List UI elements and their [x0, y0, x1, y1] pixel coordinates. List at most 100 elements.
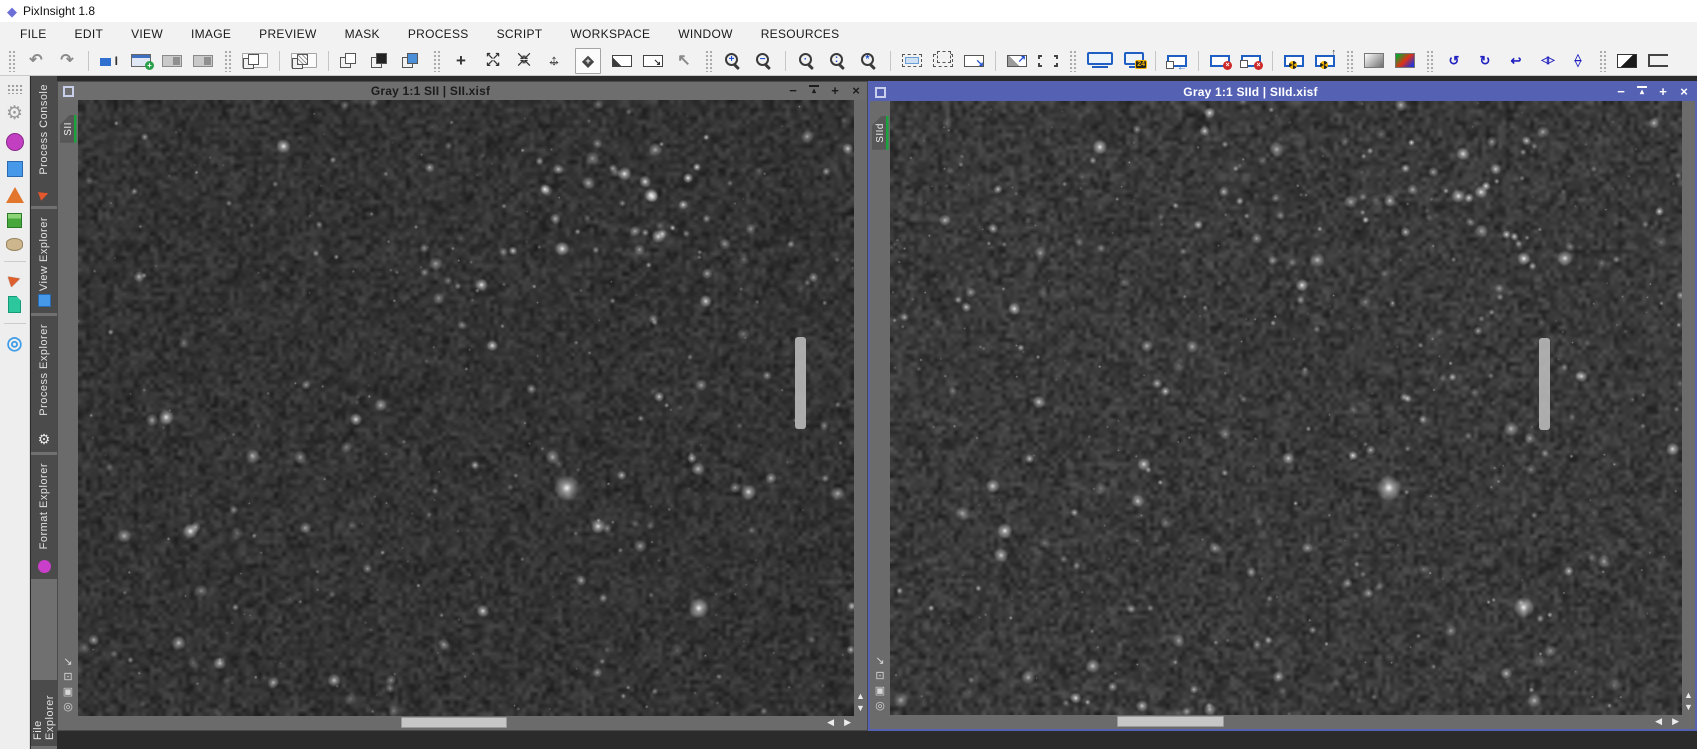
- green-cube-icon[interactable]: [7, 213, 22, 228]
- color-depth-24-icon[interactable]: [1124, 52, 1147, 69]
- clone-gadget-icon[interactable]: ▣: [63, 687, 73, 698]
- mirror-horizontal-icon[interactable]: ◁▷: [1537, 49, 1557, 73]
- menu-view[interactable]: VIEW: [117, 27, 177, 41]
- minimize-button[interactable]: −: [1615, 84, 1627, 100]
- zoom-in-mode-icon[interactable]: [482, 49, 502, 73]
- pan-mode-icon[interactable]: [575, 47, 601, 74]
- shade-button[interactable]: ▴: [1636, 84, 1648, 100]
- fit-view-icon[interactable]: [902, 54, 922, 67]
- menu-process[interactable]: PROCESS: [394, 27, 483, 41]
- readout-mode-icon[interactable]: +: [451, 49, 471, 73]
- mirror-vertical-icon[interactable]: [1568, 49, 1588, 73]
- sync-gadget-icon[interactable]: ◎: [63, 702, 73, 713]
- menu-window[interactable]: WINDOW: [664, 27, 746, 41]
- toolbar-drag-handle[interactable]: [1069, 49, 1076, 72]
- zoom-in-icon[interactable]: +: [723, 51, 743, 70]
- dock-tab-process-console[interactable]: Process Console ▶: [31, 76, 57, 206]
- scroll-right-arrow[interactable]: ▶: [1672, 717, 1679, 726]
- fit-frame-icon[interactable]: ⊡: [875, 671, 884, 682]
- show-mask-icon[interactable]: [371, 53, 391, 68]
- scroll-up-arrow[interactable]: ▲: [856, 692, 865, 701]
- clone-gadget-icon[interactable]: ▣: [875, 686, 885, 697]
- window-menu-icon[interactable]: [875, 86, 886, 98]
- gear-icon[interactable]: ⚙: [6, 104, 23, 123]
- maximize-button[interactable]: +: [829, 83, 841, 99]
- rotate-90-icon[interactable]: ↻: [1475, 49, 1495, 73]
- image-window-sii[interactable]: Gray 1:1 SII | SII.xisf − ▴ + × SII ↘ ⊡ …: [57, 81, 868, 731]
- select-mask-icon[interactable]: [291, 53, 317, 69]
- image-viewport[interactable]: [78, 100, 854, 716]
- save-image-icon[interactable]: [162, 54, 182, 67]
- orange-pyramid-icon[interactable]: [5, 187, 24, 203]
- close-button[interactable]: ×: [850, 83, 862, 99]
- magenta-circle-icon[interactable]: [5, 133, 24, 151]
- fit-views-all-icon[interactable]: [933, 51, 953, 67]
- rotate-180-icon[interactable]: ↩: [1506, 49, 1526, 73]
- redo-icon[interactable]: ↷: [57, 49, 77, 73]
- menu-workspace[interactable]: WORKSPACE: [556, 27, 664, 41]
- minimize-button[interactable]: −: [787, 83, 799, 99]
- menu-image[interactable]: IMAGE: [177, 27, 245, 41]
- window-titlebar[interactable]: Gray 1:1 SII | SII.xisf − ▴ + ×: [58, 82, 867, 100]
- scroll-left-arrow[interactable]: ◀: [827, 718, 834, 727]
- fit-frame-icon[interactable]: ⊡: [63, 672, 72, 683]
- menu-edit[interactable]: EDIT: [61, 27, 118, 41]
- menu-file[interactable]: FILE: [6, 27, 61, 41]
- zoom-1-1-icon[interactable]: ·: [797, 51, 817, 70]
- blue-target-icon[interactable]: ◎: [7, 334, 23, 352]
- new-image-icon[interactable]: [131, 54, 154, 70]
- scroll-up-arrow[interactable]: ▲: [1684, 691, 1693, 700]
- save-image-as-icon[interactable]: [193, 54, 213, 67]
- image-viewport[interactable]: [890, 101, 1682, 715]
- toolbox-drag-handle[interactable]: [6, 84, 23, 94]
- undo-icon[interactable]: ↶: [26, 49, 46, 73]
- maximize-button[interactable]: +: [1657, 84, 1669, 100]
- resize-corner-icon[interactable]: ↘: [63, 657, 72, 668]
- clipped-edge-icon[interactable]: [1648, 54, 1668, 67]
- menu-resources[interactable]: RESOURCES: [747, 27, 854, 41]
- menu-script[interactable]: SCRIPT: [483, 27, 557, 41]
- duplicate-image-icon[interactable]: [242, 53, 268, 69]
- shade-button[interactable]: ▴: [808, 83, 820, 99]
- zoom-to-fit-icon[interactable]: :: [828, 51, 848, 70]
- zoom-optimal-icon[interactable]: *: [859, 51, 879, 70]
- rgb-swatch-icon[interactable]: [1395, 53, 1415, 68]
- orange-arrow-icon[interactable]: ▶: [7, 270, 22, 289]
- blue-square-icon[interactable]: [6, 161, 23, 177]
- rotate-image-icon[interactable]: ↺: [1444, 49, 1464, 73]
- move-mode-icon[interactable]: [544, 49, 564, 73]
- menu-mask[interactable]: MASK: [331, 27, 394, 41]
- image-window-siid[interactable]: Gray 1:1 SIId | SIId.xisf − ▴ + × SIId ↘…: [868, 81, 1697, 731]
- horizontal-scrollbar-thumb[interactable]: [401, 717, 507, 728]
- toolbar-drag-handle[interactable]: [8, 49, 15, 72]
- window-titlebar[interactable]: Gray 1:1 SIId | SIId.xisf − ▴ + ×: [870, 83, 1695, 101]
- toolbar-drag-handle[interactable]: [433, 49, 440, 72]
- dock-tab-file-explorer[interactable]: File Explorer: [31, 680, 57, 746]
- toolbar-drag-handle[interactable]: [1426, 49, 1433, 72]
- vertical-scrollbar[interactable]: ▲ ▼: [854, 100, 867, 716]
- horizontal-scrollbar[interactable]: ◀ ▶: [870, 715, 1695, 729]
- close-all-images-icon[interactable]: [1240, 54, 1263, 70]
- invert-image-icon[interactable]: [1617, 53, 1637, 68]
- stf-auto-stretch-icon[interactable]: [1284, 54, 1304, 69]
- starfield-image-siid[interactable]: [890, 101, 1682, 715]
- toolbar-drag-handle[interactable]: [224, 49, 231, 72]
- screen-display-icon[interactable]: [1087, 52, 1113, 68]
- expand-window-icon[interactable]: [1007, 54, 1027, 67]
- fit-window-icon[interactable]: [1037, 53, 1059, 68]
- vertical-scrollbar[interactable]: ▲ ▼: [1682, 101, 1695, 715]
- dock-tab-format-explorer[interactable]: Format Explorer: [31, 455, 57, 579]
- toolbar-drag-handle[interactable]: [705, 49, 712, 72]
- edit-identifier-icon[interactable]: [100, 54, 120, 68]
- toolbar-drag-handle[interactable]: [1346, 49, 1353, 72]
- horizontal-scrollbar-thumb[interactable]: [1117, 716, 1224, 727]
- zoom-out-icon[interactable]: −: [754, 51, 774, 70]
- mask-color-icon[interactable]: [402, 53, 422, 68]
- resize-to-view-icon[interactable]: [964, 54, 984, 69]
- grayscale-swatch-icon[interactable]: [1364, 53, 1384, 68]
- edit-preview-mode-icon[interactable]: [643, 54, 663, 68]
- vertical-scrollbar-thumb[interactable]: [795, 337, 806, 429]
- close-image-icon[interactable]: [1210, 54, 1232, 70]
- scroll-down-arrow[interactable]: ▼: [856, 704, 865, 713]
- menu-preview[interactable]: PREVIEW: [245, 27, 330, 41]
